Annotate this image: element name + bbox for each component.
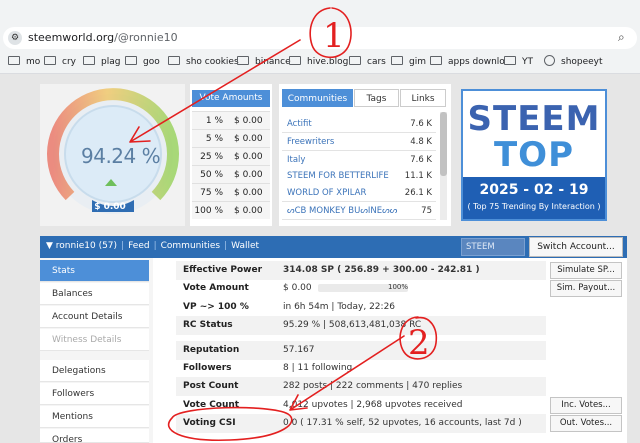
tab-links[interactable]: Links <box>400 89 446 107</box>
sidebar-item-witness-details: Witness Details <box>40 329 149 351</box>
bookmark-plag[interactable]: plag <box>83 55 120 69</box>
sidebar-item-followers[interactable]: Followers <box>40 383 149 405</box>
bookmark-label: hive.blog <box>307 57 349 67</box>
sidebar-item-mentions[interactable]: Mentions <box>40 406 149 428</box>
bookmark-label: sho cookies <box>186 57 239 67</box>
bookmark-shopeeyt[interactable]: shopeeyt <box>544 55 603 69</box>
sidebar-item-orders[interactable]: Orders <box>40 429 149 443</box>
folder-icon <box>8 56 20 65</box>
banner-subtitle: ( Top 75 Trending By Interaction ) <box>467 202 601 211</box>
sidebar-item-delegations[interactable]: Delegations <box>40 360 149 382</box>
chevron-down-icon[interactable]: ▼ <box>46 241 53 251</box>
vote-amount-row: 5 % $ 0.00 <box>192 129 270 147</box>
stat-row-followers: Followers 8 | 11 following <box>183 363 353 373</box>
bookmark-binance[interactable]: binance <box>237 55 291 69</box>
folder-icon <box>391 56 403 65</box>
sim-payout-button[interactable]: Sim. Payout... <box>550 280 622 297</box>
community-row[interactable]: Freewriters 4.8 K <box>282 133 436 151</box>
tab-tags[interactable]: Tags <box>354 89 399 107</box>
stat-row-post-count: Post Count 282 posts | 222 comments | 470… <box>176 377 546 396</box>
tab-communities[interactable]: Communities <box>282 89 353 107</box>
bookmark-label: shopeeyt <box>561 57 603 67</box>
sidebar-item-stats[interactable]: Stats <box>40 260 149 282</box>
steem-top75-banner[interactable]: STEEM TOP 75 2025 - 02 - 19 ( Top 75 Tre… <box>461 89 607 221</box>
bookmark-label: goo <box>143 57 160 67</box>
bookmark-gim[interactable]: gim <box>391 55 426 69</box>
community-row[interactable]: STEEM FOR BETTERLIFE 11.1 K <box>282 167 436 185</box>
bookmark-goo[interactable]: goo <box>125 55 160 69</box>
vote-amount-row: 50 % $ 0.00 <box>192 165 270 183</box>
folder-icon <box>125 56 137 65</box>
bookmark-label: gim <box>409 57 426 67</box>
folder-icon <box>349 56 361 65</box>
inc-votes-button[interactable]: Inc. Votes... <box>550 397 622 414</box>
community-row[interactable]: ᔕCB MONKEY BᑌᔕINEᔕᔕ 75 <box>282 202 436 220</box>
folder-icon <box>168 56 180 65</box>
account-name-link[interactable]: ronnie10 (57) <box>56 241 117 251</box>
bookmark-label: apps downlo <box>448 57 505 67</box>
bookmark-label: cars <box>367 57 386 67</box>
stat-row-vote-count: Vote Count 4,012 upvotes | 2,968 upvotes … <box>183 400 463 410</box>
nav-communities-link[interactable]: Communities <box>161 241 221 251</box>
chain-select[interactable]: STEEM <box>461 238 525 256</box>
bookmark-cars[interactable]: cars <box>349 55 386 69</box>
folder-icon <box>83 56 95 65</box>
vote-amount-row: 1 % $ 0.00 <box>192 111 270 129</box>
vote-amount-row: 75 % $ 0.00 <box>192 183 270 201</box>
bookmark-label: binance <box>255 57 291 67</box>
vote-amount-row: 100 % $ 0.00 <box>192 201 270 219</box>
sidebar-item-account-details[interactable]: Account Details <box>40 306 149 328</box>
bookmark-yt[interactable]: YT <box>504 55 533 69</box>
bookmark-label: mo <box>26 57 41 67</box>
stat-row-effective-power: Effective Power 314.08 SP ( 256.89 + 300.… <box>176 261 546 280</box>
bookmark-sho-cookies[interactable]: sho cookies <box>168 55 239 69</box>
nav-feed-link[interactable]: Feed <box>128 241 149 251</box>
vote-amounts-header: Vote Amounts <box>192 90 270 107</box>
vote-weight-percent: 100% <box>388 283 409 291</box>
folder-icon <box>289 56 301 65</box>
bookmarks-bar: mo cry plag goo sho cookies binance hive… <box>0 50 640 74</box>
communities-scroll-thumb[interactable] <box>440 112 447 176</box>
account-nav-links: ▼ ronnie10 (57) | Feed | Communities | Wallet <box>46 241 260 251</box>
url-path: /@ronnie10 <box>114 31 178 44</box>
voting-power-percent: 94.24 % <box>81 144 161 168</box>
out-votes-button[interactable]: Out. Votes... <box>550 415 622 432</box>
stat-row-voting-csi: Voting CSI 0.0 ( 17.31 % self, 52 upvotes… <box>176 414 546 433</box>
bookmark-label: plag <box>101 57 121 67</box>
vote-amount-row: 25 % $ 0.00 <box>192 147 270 165</box>
sidebar-item-balances[interactable]: Balances <box>40 283 149 305</box>
bookmark-cry[interactable]: cry <box>44 55 76 69</box>
bookmark-mo[interactable]: mo <box>8 55 40 69</box>
stat-row-rc-status: RC Status 95.29 % | 508,613,481,038 RC <box>176 316 546 335</box>
stat-row-vp-recharge: VP ~> 100 % in 6h 54m | Today, 22:26 <box>183 302 396 312</box>
folder-icon <box>504 56 516 65</box>
url-host: steemworld.org <box>28 31 115 44</box>
bookmark-apps-downlo[interactable]: apps downlo <box>430 55 505 69</box>
nav-wallet-link[interactable]: Wallet <box>231 241 259 251</box>
globe-icon <box>544 55 555 66</box>
simulate-sp-button[interactable]: Simulate SP... <box>550 262 622 279</box>
vote-value-usd: $ 0.00 <box>94 202 126 212</box>
bookmark-label: YT <box>522 57 533 67</box>
community-row[interactable]: Actifit 7.6 K <box>282 115 436 133</box>
stat-row-reputation: Reputation 57.167 <box>176 341 546 360</box>
zoom-icon[interactable]: ⌕ <box>618 30 625 45</box>
folder-icon <box>430 56 442 65</box>
folder-icon <box>44 56 56 65</box>
site-info-icon[interactable]: ⚙ <box>8 31 22 45</box>
folder-icon <box>237 56 249 65</box>
bookmark-hive-blog[interactable]: hive.blog <box>289 55 348 69</box>
arrow-up-icon <box>105 179 117 186</box>
community-row[interactable]: WORLD OF XPILAR 26.1 K <box>282 184 436 202</box>
switch-account-button[interactable]: Switch Account... <box>529 237 623 257</box>
banner-date: 2025 - 02 - 19 <box>479 182 589 198</box>
banner-title-line1: STEEM <box>467 99 601 139</box>
url-text[interactable]: steemworld.org/@ronnie10 <box>28 31 178 44</box>
bookmark-label: cry <box>62 57 76 67</box>
